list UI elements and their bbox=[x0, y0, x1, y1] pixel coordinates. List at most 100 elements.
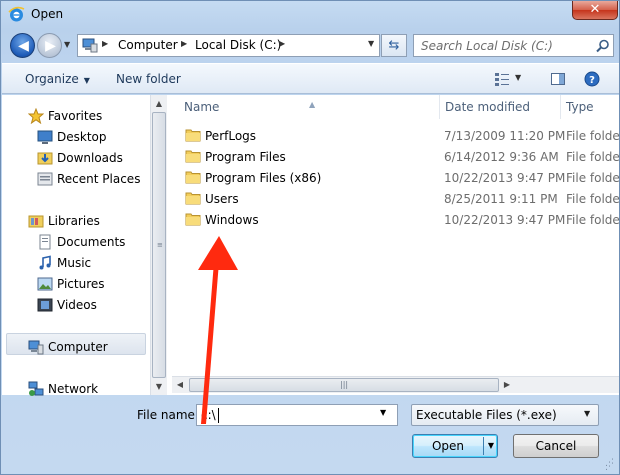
resize-grip-icon[interactable]: ⋰ ⋰ bbox=[605, 459, 614, 472]
open-options-dropdown-icon[interactable]: ▼ bbox=[485, 435, 497, 457]
help-icon[interactable]: ? bbox=[584, 71, 600, 87]
file-type: File folder bbox=[566, 213, 620, 227]
file-type: File folder bbox=[566, 171, 620, 185]
column-header-date[interactable]: Date modified bbox=[440, 95, 561, 119]
title-bar[interactable]: Open bbox=[1, 1, 620, 29]
change-view-icon[interactable] bbox=[494, 71, 510, 87]
column-name-label: Name bbox=[184, 100, 220, 114]
file-name-input[interactable]: c:\ ▼ bbox=[196, 404, 398, 426]
back-arrow-icon: ◀ bbox=[18, 38, 29, 54]
nav-label: Pictures bbox=[57, 277, 105, 291]
recent-pages-dropdown-icon[interactable]: ▼ bbox=[64, 40, 74, 52]
nav-label: Libraries bbox=[48, 214, 100, 228]
file-date: 10/22/2013 9:47 PM bbox=[444, 213, 566, 227]
column-type-label: Type bbox=[566, 100, 594, 114]
grip-icon: ≡ bbox=[157, 241, 163, 249]
refresh-icon: ⇆ bbox=[388, 38, 400, 53]
scrollbar-thumb[interactable]: ≡ bbox=[152, 112, 166, 378]
breadcrumb-separator-icon[interactable]: ▶ bbox=[102, 39, 108, 48]
table-row[interactable]: PerfLogs 7/13/2009 11:20 PM File folder bbox=[168, 125, 620, 146]
folder-icon bbox=[185, 192, 201, 205]
scroll-right-icon[interactable]: ▶ bbox=[499, 377, 515, 393]
nav-label: Desktop bbox=[57, 130, 107, 144]
desktop-icon bbox=[37, 130, 53, 144]
computer-icon bbox=[28, 340, 44, 355]
open-dialog-window: Open ✕ ◀ ▶ ▼ ▶ Computer ▶ Local Disk (C:… bbox=[0, 0, 620, 475]
scroll-up-icon[interactable]: ▲ bbox=[151, 95, 167, 112]
table-row[interactable]: Program Files (x86) 10/22/2013 9:47 PM F… bbox=[168, 167, 620, 188]
svg-text:?: ? bbox=[589, 75, 595, 86]
text-cursor bbox=[218, 408, 219, 423]
file-name-label: File name: bbox=[137, 408, 199, 422]
file-type: File folder bbox=[566, 150, 620, 164]
file-type-value: Executable Files (*.exe) bbox=[416, 408, 557, 422]
scroll-left-icon[interactable]: ◀ bbox=[172, 377, 188, 393]
split-divider bbox=[483, 437, 484, 455]
file-name: Program Files bbox=[205, 150, 286, 164]
folder-icon bbox=[185, 150, 201, 163]
breadcrumb-computer[interactable]: Computer bbox=[118, 38, 178, 52]
file-date: 7/13/2009 11:20 PM bbox=[444, 129, 566, 143]
chevron-down-icon: ▼ bbox=[584, 409, 591, 418]
sort-ascending-icon: ▲ bbox=[309, 100, 316, 109]
breadcrumb-separator-icon[interactable]: ▶ bbox=[181, 39, 187, 48]
column-date-label: Date modified bbox=[445, 100, 531, 114]
file-name: Program Files (x86) bbox=[205, 171, 322, 185]
scrollbar-thumb[interactable]: ||| bbox=[189, 378, 499, 392]
grip-icon: ||| bbox=[340, 380, 349, 389]
refresh-button[interactable]: ⇆ bbox=[381, 34, 407, 57]
nav-label: Network bbox=[48, 382, 99, 396]
file-date: 8/25/2011 9:11 PM bbox=[444, 192, 558, 206]
nav-label: Documents bbox=[57, 235, 126, 249]
chevron-down-icon: ▼ bbox=[83, 76, 90, 85]
organize-button[interactable]: Organize ▼ bbox=[25, 72, 90, 86]
music-icon bbox=[39, 255, 51, 270]
scroll-down-icon[interactable]: ▼ bbox=[151, 378, 167, 395]
navigation-pane: Favorites Desktop Downloads Recent Place… bbox=[2, 95, 150, 396]
breadcrumb-separator-icon[interactable]: ▶ bbox=[279, 39, 285, 48]
search-box[interactable]: Search Local Disk (C:) bbox=[413, 34, 614, 57]
table-row[interactable]: Windows 10/22/2013 9:47 PM File folder bbox=[168, 209, 620, 230]
file-name-dropdown-icon[interactable]: ▼ bbox=[380, 408, 386, 417]
file-list-horizontal-scrollbar[interactable]: ◀ ||| ▶ bbox=[172, 376, 619, 393]
address-bar[interactable]: ▶ Computer ▶ Local Disk (C:) ▶ ▼ bbox=[77, 34, 380, 57]
navigation-scrollbar[interactable]: ▲ ≡ ▼ bbox=[150, 95, 167, 395]
nav-label: Recent Places bbox=[57, 172, 141, 186]
file-name: PerfLogs bbox=[205, 129, 257, 143]
window-title: Open bbox=[31, 7, 64, 21]
preview-pane-icon[interactable] bbox=[550, 71, 566, 87]
documents-icon bbox=[39, 234, 51, 250]
open-button-label: Open bbox=[431, 439, 465, 453]
open-button[interactable]: Open ▼ bbox=[412, 434, 498, 458]
search-placeholder: Search Local Disk (C:) bbox=[421, 39, 553, 53]
view-options-dropdown-icon[interactable]: ▼ bbox=[515, 73, 531, 89]
file-name: Users bbox=[205, 192, 239, 206]
nav-label: Favorites bbox=[48, 109, 103, 123]
new-folder-button[interactable]: New folder bbox=[116, 72, 181, 86]
recent-places-icon bbox=[37, 172, 53, 186]
search-icon[interactable] bbox=[596, 39, 610, 53]
file-name: Windows bbox=[205, 213, 259, 227]
table-row[interactable]: Users 8/25/2011 9:11 PM File folder bbox=[168, 188, 620, 209]
star-icon bbox=[28, 108, 44, 124]
forward-button[interactable]: ▶ bbox=[37, 33, 62, 58]
computer-icon bbox=[82, 38, 98, 53]
column-header-name[interactable]: ▲ Name bbox=[172, 95, 440, 119]
nav-label: Computer bbox=[48, 340, 108, 354]
cancel-button[interactable]: Cancel bbox=[513, 434, 599, 458]
organize-label: Organize bbox=[25, 72, 79, 86]
file-date: 10/22/2013 9:47 PM bbox=[444, 171, 566, 185]
downloads-folder-icon bbox=[37, 152, 53, 165]
file-name-value: c:\ bbox=[201, 408, 216, 422]
column-header-type[interactable]: Type bbox=[561, 95, 619, 119]
folder-icon bbox=[185, 129, 201, 142]
folder-icon bbox=[185, 171, 201, 184]
table-row[interactable]: Program Files 6/14/2012 9:36 AM File fol… bbox=[168, 146, 620, 167]
breadcrumb-local-disk[interactable]: Local Disk (C:) bbox=[195, 38, 281, 52]
nav-label: Videos bbox=[57, 298, 97, 312]
file-type-select[interactable]: Executable Files (*.exe) ▼ bbox=[411, 404, 599, 426]
content-area: Favorites Desktop Downloads Recent Place… bbox=[2, 95, 620, 396]
close-button[interactable]: ✕ bbox=[572, 1, 618, 20]
address-dropdown-icon[interactable]: ▼ bbox=[368, 39, 374, 48]
back-button[interactable]: ◀ bbox=[10, 33, 35, 58]
